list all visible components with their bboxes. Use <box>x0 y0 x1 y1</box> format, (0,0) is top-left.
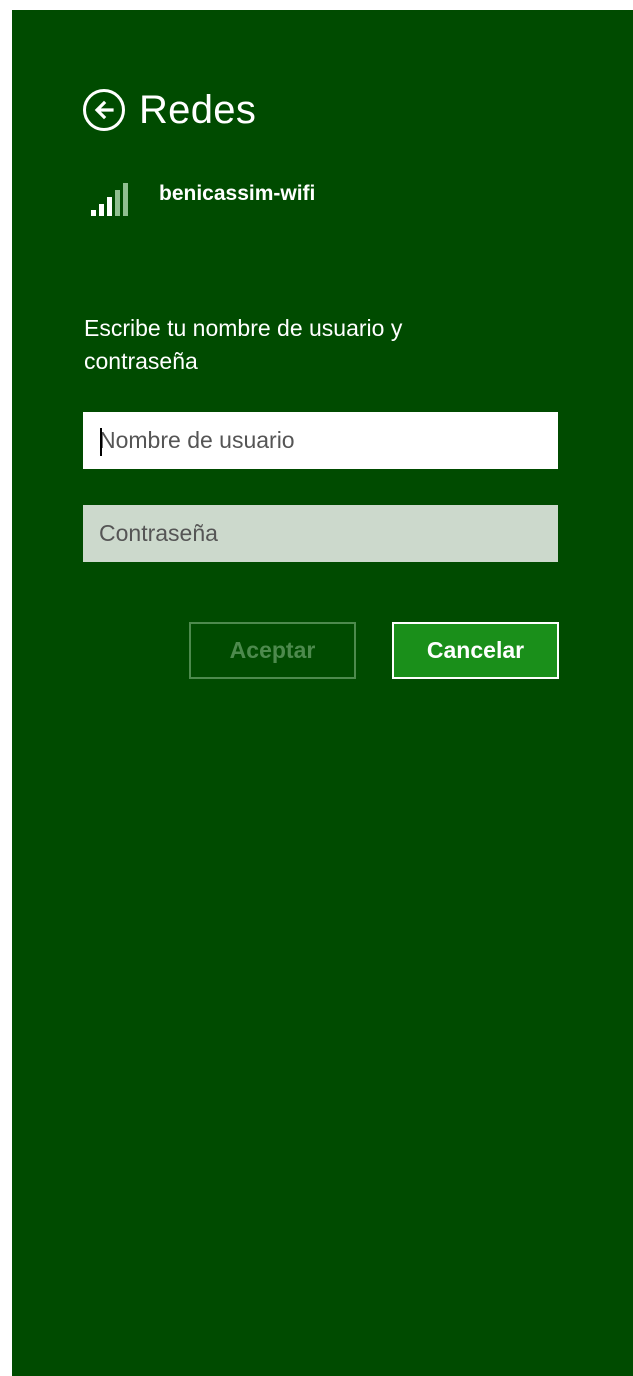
arrow-left-circle-icon <box>94 100 114 120</box>
back-button[interactable] <box>83 89 125 131</box>
wifi-signal-icon <box>91 180 135 216</box>
network-name: benicassim-wifi <box>159 182 316 205</box>
signal-bar <box>115 190 120 216</box>
network-item: benicassim-wifi <box>91 180 315 220</box>
signal-bar <box>91 210 96 216</box>
text-caret <box>100 428 102 456</box>
signal-bar <box>107 197 112 216</box>
username-input[interactable] <box>83 412 558 469</box>
signal-bar <box>99 204 104 216</box>
cancel-button[interactable]: Cancelar <box>392 622 559 679</box>
network-settings-panel: Redes benicassim-wifi Escribe tu nombre … <box>12 10 633 1376</box>
page-title: Redes <box>139 88 257 132</box>
accept-button[interactable]: Aceptar <box>189 622 356 679</box>
header: Redes <box>83 80 256 140</box>
signal-bar <box>123 183 128 216</box>
credentials-prompt: Escribe tu nombre de usuario y contraseñ… <box>84 315 403 374</box>
password-input[interactable] <box>83 505 558 562</box>
